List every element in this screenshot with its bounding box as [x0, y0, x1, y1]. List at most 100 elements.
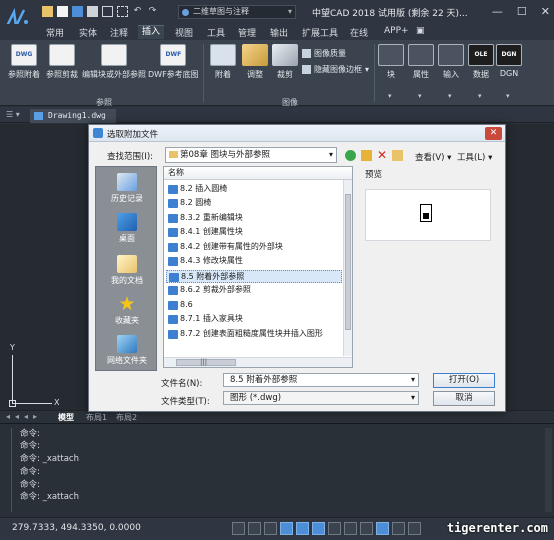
ribbon-divider [203, 44, 204, 102]
ribbon-toggle-icon[interactable]: ▣ [416, 26, 425, 36]
list-item[interactable]: 8.4.1 创建属性块 [166, 226, 342, 239]
list-item[interactable]: 8.2 圆椅 [166, 197, 342, 210]
tools-menu-button[interactable]: 工具(L) ▾ [457, 151, 492, 163]
folder-up-icon[interactable] [361, 150, 372, 161]
chevron-down-icon[interactable]: ▾ [478, 92, 482, 100]
view-menu-button[interactable]: 查看(V) ▾ [415, 151, 451, 163]
select-icon[interactable] [117, 6, 128, 17]
image-adjust-button[interactable]: 调整 [242, 44, 268, 80]
tab-output[interactable]: 输出 [270, 26, 288, 39]
image-clip-button[interactable]: 裁剪 [272, 44, 298, 80]
filetype-select[interactable]: 图形 (*.dwg) ▾ [223, 391, 419, 405]
document-menu-icon[interactable]: ☰ ▾ [6, 110, 20, 119]
image-quality-button[interactable]: 图像质量 [302, 48, 346, 59]
list-item[interactable]: 8.2 插入圆椅 [166, 183, 342, 196]
tab-insert[interactable]: 插入 [138, 25, 165, 39]
restore-button[interactable]: ☐ [517, 5, 527, 18]
place-history[interactable]: 历史记录 [96, 173, 158, 204]
delete-icon[interactable]: ✕ [377, 149, 387, 161]
tab-app-plus[interactable]: APP+ [384, 26, 409, 36]
workspace-toggle-icon[interactable] [408, 522, 421, 535]
xref-clip-icon [49, 44, 75, 66]
file-list-vscroll[interactable] [343, 180, 352, 356]
xref-attach-button[interactable]: DWG 参照附着 [8, 44, 40, 80]
layout-nav-arrows[interactable]: ◂◂◂▸ [6, 412, 42, 421]
command-scrollbar[interactable] [545, 428, 552, 512]
chevron-down-icon[interactable]: ▾ [388, 92, 392, 100]
scroll-thumb[interactable] [345, 194, 351, 330]
tab-manage[interactable]: 管理 [238, 26, 256, 39]
new-folder-icon[interactable] [392, 150, 404, 161]
open-icon[interactable] [42, 6, 53, 17]
snap-toggle-icon[interactable] [248, 522, 261, 535]
annotation-toggle-icon[interactable] [392, 522, 405, 535]
import-button[interactable]: 输入 [438, 44, 464, 80]
tab-annotate[interactable]: 注释 [110, 26, 128, 39]
file-list-hscroll[interactable]: ||| [164, 357, 352, 367]
dwf-underlay-button[interactable]: DWF DWF参考底图 [148, 44, 199, 80]
dyn-toggle-icon[interactable] [344, 522, 357, 535]
document-tab[interactable]: Drawing1.dwg [30, 109, 116, 123]
save-icon[interactable] [72, 6, 83, 17]
tab-tools[interactable]: 工具 [207, 26, 225, 39]
dgn-button[interactable]: DGN DGN [496, 44, 522, 78]
list-item[interactable]: 8.7.2 创建表面粗糙度属性块并插入图形 [166, 328, 342, 341]
command-window[interactable]: 命令: 命令: 命令: _xattach 命令: 命令: 命令: _xattac… [0, 423, 554, 517]
ortho-toggle-icon[interactable] [264, 522, 277, 535]
list-item[interactable]: 8.4.3 修改块属性 [166, 255, 342, 268]
list-item[interactable]: 8.3.2 重新编辑块 [166, 212, 342, 225]
image-attach-button[interactable]: 附着 [210, 44, 236, 80]
minimize-button[interactable]: — [492, 5, 503, 18]
chevron-down-icon[interactable]: ▾ [506, 92, 510, 100]
place-documents[interactable]: 我的文档 [96, 255, 158, 286]
print-icon[interactable] [87, 6, 98, 17]
hide-image-frame-button[interactable]: 隐藏图像边框 ▾ [302, 64, 369, 75]
edit-block-xref-button[interactable]: 编辑块或外部参照 [82, 44, 146, 80]
dialog-close-button[interactable]: ✕ [485, 127, 502, 140]
open-button[interactable]: 打开(O) [433, 373, 495, 388]
place-desktop[interactable]: 桌面 [96, 213, 158, 244]
undo-icon[interactable]: ↶ [132, 6, 143, 17]
chevron-down-icon[interactable]: ▾ [418, 92, 422, 100]
grid-toggle-icon[interactable] [232, 522, 245, 535]
close-button[interactable]: ✕ [541, 5, 550, 18]
place-network[interactable]: 网络文件夹 [96, 335, 158, 366]
polar-toggle-icon[interactable] [280, 522, 293, 535]
model-toggle-icon[interactable] [376, 522, 389, 535]
osnap-toggle-icon[interactable] [296, 522, 309, 535]
cancel-button[interactable]: 取消 [433, 391, 495, 406]
tab-common[interactable]: 常用 [46, 26, 64, 39]
look-in-select[interactable]: 第08章 图块与外部参照 ▾ [165, 147, 337, 163]
file-list[interactable]: 名称 8.2 插入圆椅 8.2 圆椅 8.3.2 重新编辑块 8.4.1 创建属… [163, 166, 353, 368]
tab-view[interactable]: 视图 [175, 26, 193, 39]
data-button[interactable]: OLE 数据 [468, 44, 494, 80]
list-item[interactable]: 8.6.2 剪裁外部参照 [166, 284, 342, 297]
list-item[interactable]: 8.6 [166, 299, 342, 312]
dialog-title-bar[interactable]: 选取附加文件 ✕ [89, 125, 505, 142]
tab-online[interactable]: 在线 [350, 26, 368, 39]
redo-icon[interactable]: ↷ [147, 6, 158, 17]
tab-model[interactable]: 模型 [58, 412, 74, 423]
tab-solid[interactable]: 实体 [79, 26, 97, 39]
lineweight-toggle-icon[interactable] [328, 522, 341, 535]
tab-layout2[interactable]: 布局2 [116, 412, 137, 423]
chevron-down-icon[interactable]: ▾ [448, 92, 452, 100]
command-window-grip[interactable] [4, 428, 12, 512]
tab-extend[interactable]: 扩展工具 [302, 26, 338, 39]
attribute-button[interactable]: 属性 [408, 44, 434, 80]
column-header-name[interactable]: 名称 [164, 167, 352, 180]
place-favorites[interactable]: ★ 收藏夹 [96, 295, 158, 326]
list-item[interactable]: 8.7.1 插入家具块 [166, 313, 342, 326]
xref-clip-button[interactable]: 参照剪裁 [46, 44, 78, 80]
list-item-selected[interactable]: 8.5 附着外部参照 [166, 270, 342, 283]
new-icon[interactable] [57, 6, 68, 17]
block-button[interactable]: 块 [378, 44, 404, 80]
otrack-toggle-icon[interactable] [312, 522, 325, 535]
list-item[interactable]: 8.4.2 创建带有属性的外部块 [166, 241, 342, 254]
tab-layout1[interactable]: 布局1 [86, 412, 107, 423]
back-icon[interactable] [345, 150, 356, 161]
workspace-select[interactable]: 二维草图与注释 ▾ [178, 5, 296, 19]
preview-icon[interactable] [102, 6, 113, 17]
transparency-toggle-icon[interactable] [360, 522, 373, 535]
filename-input[interactable]: 8.5 附着外部参照 ▾ [223, 373, 419, 387]
